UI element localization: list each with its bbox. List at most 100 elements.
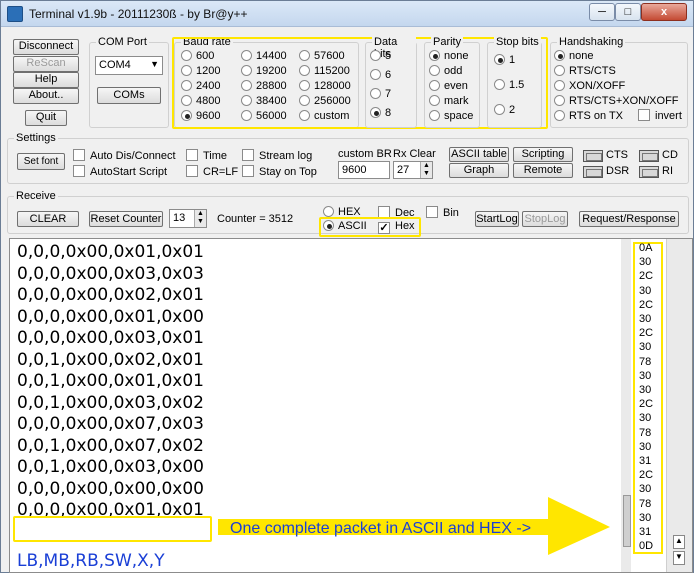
request-response-button[interactable]: Request/Response bbox=[579, 211, 679, 227]
counter-input[interactable]: 13 ▲ ▼ bbox=[169, 209, 207, 228]
start-log-button[interactable]: StartLog bbox=[475, 211, 519, 227]
data-bits-radio-5[interactable]: 5 bbox=[370, 50, 391, 62]
received-line: 0,0,1,0x00,0x02,0x01 bbox=[17, 349, 204, 370]
hex-value: 30 bbox=[639, 384, 652, 396]
display-mode-highlight bbox=[319, 217, 421, 237]
custom-br-input[interactable]: 9600 bbox=[338, 161, 390, 179]
rx-clear-stepper[interactable]: ▲ ▼ bbox=[420, 162, 432, 178]
remote-button[interactable]: Remote bbox=[513, 163, 573, 178]
hex-value: 30 bbox=[639, 440, 652, 453]
com-port-group: COM Port bbox=[89, 36, 169, 128]
minimize-button[interactable]: ─ bbox=[589, 3, 615, 21]
parity-radio-mark-dot bbox=[429, 95, 440, 106]
com-port-select[interactable]: COM4 ▼ bbox=[95, 56, 163, 75]
scroll-down-icon[interactable]: ▼ bbox=[673, 551, 685, 565]
cr-lf-checkbox[interactable]: CR=LF bbox=[186, 165, 238, 178]
time-checkbox[interactable]: Time bbox=[186, 149, 227, 162]
stop-bits-radio-2[interactable]: 2 bbox=[494, 104, 515, 116]
received-line: 0,0,1,0x00,0x03,0x02 bbox=[17, 392, 204, 413]
parity-radio-space[interactable]: space bbox=[429, 110, 473, 122]
hex-value: 30 bbox=[639, 511, 652, 524]
parity-radio-mark[interactable]: mark bbox=[429, 95, 468, 107]
data-bits-radio-8-label: 8 bbox=[385, 107, 392, 119]
rx-clear-value: 27 bbox=[397, 164, 410, 176]
stop-bits-radio-1.5-label: 1.5 bbox=[509, 79, 525, 91]
rx-clear-input[interactable]: 27 ▲ ▼ bbox=[393, 161, 433, 179]
vertical-scrollbar[interactable]: ▲ ▼ bbox=[621, 239, 692, 572]
hex-value: 78 bbox=[639, 355, 652, 368]
data-bits-radio-8[interactable]: 8 bbox=[370, 107, 391, 119]
received-line: 0,0,0,0x00,0x02,0x01 bbox=[17, 285, 204, 305]
dsr-label: DSR bbox=[606, 165, 630, 177]
handshaking-radio-4[interactable]: RTS on TX bbox=[554, 110, 623, 122]
hex-scrollbar-thumb[interactable] bbox=[623, 495, 631, 547]
handshaking-radio-4-label: RTS on TX bbox=[569, 110, 624, 122]
auto-dis-connect-checkbox[interactable]: Auto Dis/Connect bbox=[73, 149, 176, 162]
graph-button[interactable]: Graph bbox=[449, 163, 509, 178]
hex-value: 30 bbox=[639, 483, 652, 496]
receive-terminal-area[interactable]: 0,0,0,0x00,0x01,0x01 0,0,0,0x00,0x03,0x03… bbox=[9, 238, 693, 573]
stream-log-checkbox[interactable]: Stream log bbox=[242, 149, 312, 162]
stop-bits-radio-1.5-dot bbox=[494, 79, 505, 90]
autostart-script-checkbox[interactable]: AutoStart Script bbox=[73, 165, 167, 178]
cts-led-icon bbox=[583, 150, 603, 162]
handshaking-radio-1[interactable]: RTS/CTS bbox=[554, 65, 616, 77]
parity-radio-none[interactable]: none bbox=[429, 50, 468, 62]
hex-value: 2C bbox=[639, 398, 654, 411]
parity-radio-none-dot bbox=[429, 50, 440, 61]
handshaking-radio-1-label: RTS/CTS bbox=[569, 65, 616, 77]
stop-log-button[interactable]: StopLog bbox=[522, 211, 568, 227]
quit-button[interactable]: Quit bbox=[25, 110, 67, 126]
ascii-table-button[interactable]: ASCII table bbox=[449, 147, 509, 162]
cd-label: CD bbox=[662, 149, 678, 161]
disconnect-button[interactable]: Disconnect bbox=[13, 39, 79, 55]
parity-radio-even-label: even bbox=[444, 80, 468, 92]
stop-bits-radio-1.5[interactable]: 1.5 bbox=[494, 79, 524, 91]
hex-value: 30 bbox=[639, 369, 652, 382]
about-button[interactable]: About.. bbox=[13, 88, 79, 104]
help-button[interactable]: Help bbox=[13, 72, 79, 88]
hex-value: 0D bbox=[639, 540, 654, 553]
close-button[interactable]: x bbox=[641, 3, 687, 21]
set-font-button[interactable]: Set font bbox=[17, 153, 65, 170]
parity-radio-even[interactable]: even bbox=[429, 80, 468, 92]
hex-value: 30 bbox=[639, 341, 652, 354]
annotation-text: One complete packet in ASCII and HEX -> bbox=[230, 520, 532, 537]
window-title: Terminal v1.9b - 20111230ß - by Br@y++ bbox=[29, 7, 248, 21]
maximize-button[interactable]: □ bbox=[615, 3, 641, 21]
counter-stepper[interactable]: ▲ ▼ bbox=[194, 210, 206, 227]
stop-bits-radio-1[interactable]: 1 bbox=[494, 54, 515, 66]
bin-checkbox[interactable]: Bin bbox=[426, 206, 459, 219]
data-bits-radio-6-label: 6 bbox=[385, 69, 392, 81]
parity-radio-odd-dot bbox=[429, 65, 440, 76]
clear-button[interactable]: CLEAR bbox=[17, 211, 79, 227]
hex-value: 78 bbox=[639, 497, 652, 510]
handshaking-radio-3[interactable]: RTS/CTS+XON/XOFF bbox=[554, 95, 679, 107]
received-line: 0,0,0,0x00,0x03,0x03 bbox=[17, 263, 204, 284]
counter-input-value: 13 bbox=[173, 212, 186, 224]
handshaking-radio-1-dot bbox=[554, 65, 565, 76]
data-bits-radio-7[interactable]: 7 bbox=[370, 88, 391, 100]
handshaking-label: Handshaking bbox=[557, 36, 626, 48]
parity-radio-odd[interactable]: odd bbox=[429, 65, 462, 77]
scroll-up-icon[interactable]: ▲ bbox=[673, 535, 685, 549]
received-line: 0,0,1,0x00,0x03,0x00 bbox=[17, 457, 204, 477]
ri-label: RI bbox=[662, 165, 673, 177]
handshaking-radio-0[interactable]: none bbox=[554, 50, 593, 62]
reset-counter-button[interactable]: Reset Counter bbox=[89, 211, 163, 227]
received-line: 0,0,0,0x00,0x00,0x00 bbox=[17, 478, 204, 499]
bin-label: Bin bbox=[443, 207, 459, 219]
scripting-button[interactable]: Scripting bbox=[513, 147, 573, 162]
handshaking-radio-2[interactable]: XON/XOFF bbox=[554, 80, 625, 92]
hex-column: 0A 30 2C 30 2C 30 2C 30 78 30 30 2C 30 78 30 31 2C 30 78 30… bbox=[627, 239, 663, 572]
parity-radio-space-label: space bbox=[444, 110, 474, 122]
hex-value: 31 bbox=[639, 526, 652, 538]
hex-value: 2C bbox=[639, 327, 654, 340]
stay-on-top-checkbox[interactable]: Stay on Top bbox=[242, 165, 317, 178]
data-bits-radio-5-label: 5 bbox=[385, 50, 392, 62]
invert-checkbox[interactable]: invert bbox=[638, 109, 682, 122]
packet-line-highlight bbox=[13, 516, 212, 542]
rescan-button[interactable]: ReScan bbox=[13, 56, 79, 72]
coms-button[interactable]: COMs bbox=[97, 87, 161, 104]
data-bits-radio-6[interactable]: 6 bbox=[370, 69, 391, 81]
